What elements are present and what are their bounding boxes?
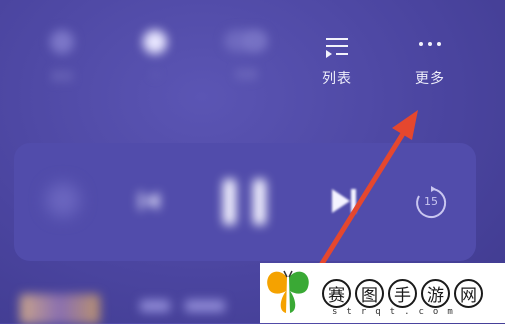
watermark-url: strqt.com — [332, 307, 462, 317]
watermark-brand: 赛 图 手 游 网 — [322, 278, 483, 308]
butterfly-logo-icon — [267, 270, 309, 313]
watermark: 赛 图 手 游 网 strqt.com — [260, 263, 505, 323]
